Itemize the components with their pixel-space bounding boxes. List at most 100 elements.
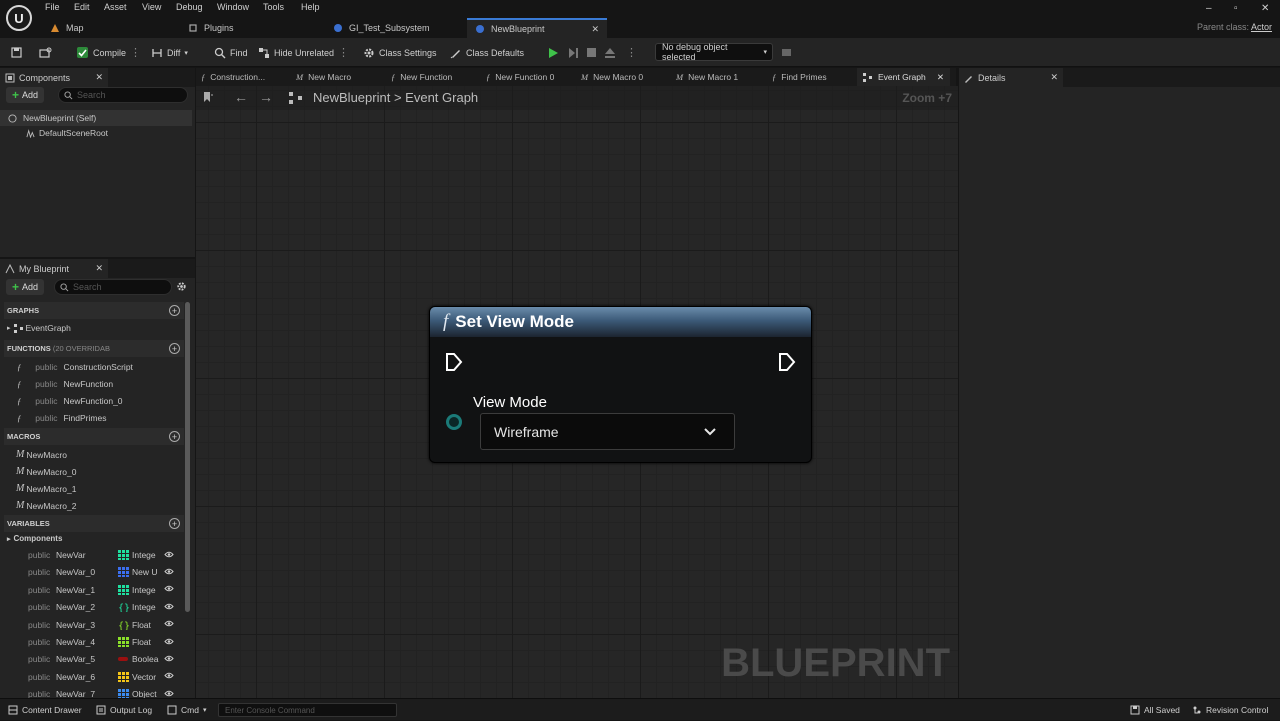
debug-object-select[interactable]: No debug object selected ▾ — [655, 42, 773, 62]
menu-file[interactable]: File — [45, 2, 60, 12]
doc-tab-plugins[interactable]: Plugins — [180, 18, 320, 38]
eject-icon[interactable] — [604, 38, 616, 67]
category-functions[interactable]: FUNCTIONS (20 OVERRIDAB + — [4, 340, 184, 357]
parent-class-link[interactable]: Actor — [1251, 22, 1272, 32]
category-macros[interactable]: MACROS + — [4, 428, 184, 445]
macro-item[interactable]: M NewMacro_2 — [16, 500, 76, 511]
graph-tab-construction[interactable]: ƒ Construction... — [201, 68, 265, 86]
macro-item[interactable]: M NewMacro — [16, 449, 67, 460]
class-defaults-button[interactable]: Class Defaults — [450, 38, 524, 67]
close-window-icon[interactable]: ✕ — [1261, 3, 1269, 14]
minimize-icon[interactable]: – — [1206, 3, 1212, 14]
find-button[interactable]: Find — [214, 38, 248, 67]
view-mode-input-pin[interactable] — [446, 414, 462, 430]
visibility-eye-icon[interactable] — [164, 620, 174, 629]
add-function-icon[interactable]: + — [169, 343, 180, 354]
component-defaultsceneroot[interactable]: DefaultSceneRoot — [26, 128, 108, 138]
menu-asset[interactable]: Asset — [104, 2, 127, 12]
variable-type[interactable]: New U — [118, 567, 164, 578]
menu-help[interactable]: Help — [301, 2, 320, 12]
visibility-eye-icon[interactable] — [164, 672, 174, 681]
variable-row[interactable]: public NewVar_4 Float — [28, 635, 178, 649]
variable-row[interactable]: public NewVar_5 Boolea — [28, 652, 178, 666]
variable-type[interactable]: Intege — [118, 550, 164, 560]
graph-tab-new-function[interactable]: ƒ New Function — [391, 68, 452, 86]
function-item[interactable]: ƒ public NewFunction_0 — [17, 396, 123, 406]
variable-type[interactable]: Intege — [118, 584, 164, 595]
macro-item[interactable]: M NewMacro_1 — [16, 483, 76, 494]
play-options-icon[interactable]: ⋮ — [626, 38, 637, 67]
close-panel-icon[interactable]: ✕ — [95, 263, 103, 274]
close-panel-icon[interactable]: ✕ — [1050, 72, 1058, 83]
variable-row[interactable]: public NewVar_6 Vector — [28, 670, 178, 684]
function-item[interactable]: ƒ public NewFunction — [17, 379, 113, 389]
close-panel-icon[interactable]: ✕ — [95, 72, 103, 83]
add-graph-icon[interactable]: + — [169, 305, 180, 316]
graph-tab-new-macro[interactable]: M New Macro — [296, 68, 351, 86]
function-item[interactable]: ƒ public FindPrimes — [17, 413, 106, 423]
output-log-button[interactable]: Output Log — [96, 699, 152, 721]
myblueprint-search-input[interactable]: Search — [54, 279, 172, 295]
variable-type[interactable]: Boolea — [118, 654, 164, 664]
macro-item[interactable]: M NewMacro_0 — [16, 466, 76, 477]
menu-debug[interactable]: Debug — [176, 2, 203, 12]
components-add-button[interactable]: + Add — [6, 87, 45, 103]
visibility-eye-icon[interactable] — [164, 551, 174, 560]
browse-icon[interactable] — [39, 38, 52, 67]
components-tab[interactable]: Components ✕ — [0, 68, 108, 87]
content-drawer-button[interactable]: Content Drawer — [8, 699, 82, 721]
variable-row[interactable]: public NewVar_1 Intege — [28, 583, 178, 597]
myblueprint-tab[interactable]: My Blueprint ✕ — [0, 259, 108, 278]
play-icon[interactable] — [547, 38, 559, 67]
component-self-row[interactable]: NewBlueprint (Self) — [0, 110, 192, 126]
visibility-eye-icon[interactable] — [164, 585, 174, 594]
visibility-eye-icon[interactable] — [164, 655, 174, 664]
visibility-eye-icon[interactable] — [164, 603, 174, 612]
hide-unrelated-options-icon[interactable]: ⋮ — [338, 46, 349, 59]
cmd-button[interactable]: Cmd ▾ — [167, 699, 206, 721]
step-icon[interactable] — [567, 38, 579, 67]
set-view-mode-node[interactable]: f Set View Mode View Mode Wireframe — [429, 306, 812, 463]
graph-tab-new-macro-0[interactable]: M New Macro 0 — [581, 68, 643, 86]
breadcrumb-root[interactable]: NewBlueprint — [313, 90, 390, 105]
menu-view[interactable]: View — [142, 2, 161, 12]
menu-edit[interactable]: Edit — [74, 2, 90, 12]
components-search-input[interactable]: Search — [58, 87, 188, 103]
variable-type[interactable]: Float — [118, 637, 164, 647]
details-tab[interactable]: Details ✕ — [959, 68, 1063, 87]
exec-in-pin-icon[interactable] — [445, 352, 463, 372]
doc-tab-map[interactable]: Map — [42, 18, 172, 38]
variable-type[interactable]: {} Float — [118, 620, 164, 630]
class-settings-button[interactable]: Class Settings — [363, 38, 437, 67]
debug-find-icon[interactable] — [781, 38, 792, 67]
back-arrow-icon[interactable]: ← — [234, 89, 248, 105]
menu-tools[interactable]: Tools — [263, 2, 284, 12]
myblueprint-add-button[interactable]: + Add — [6, 279, 45, 295]
restore-icon[interactable]: ▫ — [1234, 3, 1238, 14]
compile-button[interactable]: Compile ⋮ — [76, 38, 141, 67]
revision-control-button[interactable]: Revision Control — [1192, 699, 1268, 721]
stop-icon[interactable] — [586, 38, 597, 67]
breadcrumb-leaf[interactable]: Event Graph — [405, 90, 478, 105]
console-input[interactable]: Enter Console Command — [218, 703, 397, 717]
variable-row[interactable]: public NewVar_2 {} Intege — [28, 600, 178, 614]
category-graphs[interactable]: GRAPHS + — [4, 302, 184, 319]
forward-arrow-icon[interactable]: → — [259, 89, 273, 105]
close-tab-icon[interactable]: ✕ — [937, 72, 944, 83]
node-header[interactable]: f Set View Mode — [430, 307, 811, 337]
visibility-eye-icon[interactable] — [164, 638, 174, 647]
save-icon[interactable] — [11, 38, 22, 67]
add-variable-icon[interactable]: + — [169, 518, 180, 529]
exec-out-pin-icon[interactable] — [778, 352, 796, 372]
view-mode-dropdown[interactable]: Wireframe — [480, 413, 735, 450]
compile-options-icon[interactable]: ⋮ — [130, 46, 141, 59]
variable-type[interactable]: {} Intege — [118, 602, 164, 612]
variable-row[interactable]: public NewVar_0 New U — [28, 565, 178, 579]
add-macro-icon[interactable]: + — [169, 431, 180, 442]
graph-item-eventgraph[interactable]: ▸ EventGraph — [7, 323, 71, 333]
hide-unrelated-button[interactable]: Hide Unrelated ⋮ — [258, 38, 349, 67]
diff-button[interactable]: Diff ▾ — [151, 38, 188, 67]
category-variables[interactable]: VARIABLES + — [4, 515, 184, 532]
all-saved-button[interactable]: All Saved — [1130, 699, 1180, 721]
variable-row[interactable]: public NewVar_3 {} Float — [28, 618, 178, 632]
